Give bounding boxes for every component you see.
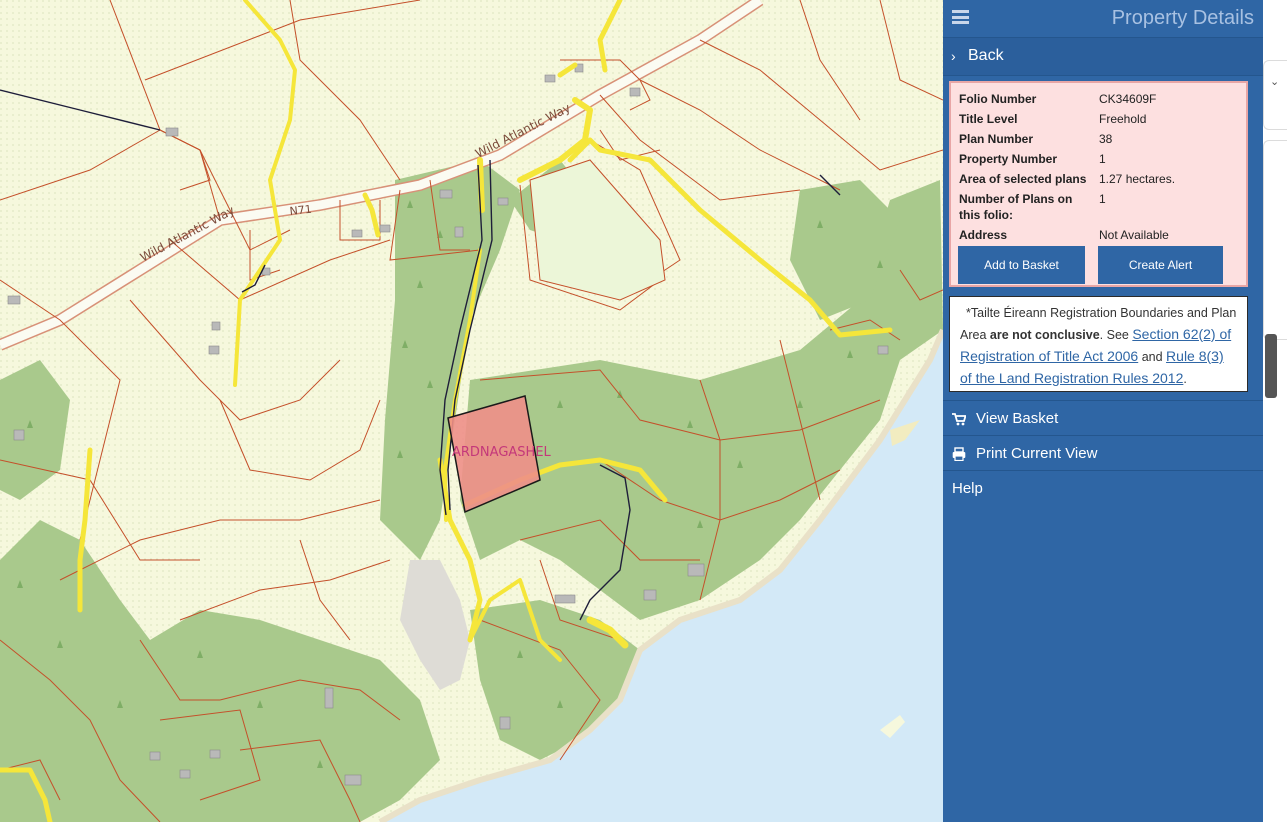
registration-notice: *Tailte Éireann Registration Boundaries … (949, 296, 1248, 392)
notice-bold: are not conclusive (989, 328, 1100, 342)
side-widget-top[interactable]: ⌄ (1263, 60, 1287, 130)
back-button[interactable]: › Back (943, 38, 1263, 76)
detail-key: Folio Number (959, 92, 1037, 106)
road-label-n71: N71 (289, 203, 312, 218)
detail-key: Number of Plans on this folio: (959, 192, 1073, 222)
help-label: Help (952, 480, 983, 497)
scrollbar-thumb[interactable] (1265, 334, 1277, 398)
map-view[interactable]: Wild Atlantic Way Wild Atlantic Way N71 … (0, 0, 943, 822)
detail-key: Area of selected plans (959, 172, 1087, 186)
printer-icon (952, 447, 966, 461)
detail-value: 38 (1099, 132, 1113, 146)
view-basket-label: View Basket (976, 410, 1059, 427)
detail-value: Not Available (1099, 228, 1169, 242)
shopping-cart-icon (952, 413, 966, 426)
back-label: Back (968, 47, 1004, 64)
print-current-view-label: Print Current View (976, 445, 1098, 462)
detail-value: Freehold (1099, 112, 1147, 126)
detail-value: CK34609F (1099, 92, 1157, 106)
detail-key: Property Number (959, 152, 1058, 166)
chevron-right-icon: › (951, 48, 956, 64)
notice-and: and (1141, 350, 1163, 364)
view-basket-button[interactable]: View Basket (943, 400, 1263, 436)
notice-end: . (1183, 372, 1187, 386)
property-details-box: Folio Number CK34609F Title Level Freeho… (949, 81, 1248, 287)
townland-label: ARDNAGASHEL (452, 445, 552, 460)
hamburger-menu-icon[interactable] (952, 10, 969, 24)
detail-key: Title Level (959, 112, 1018, 126)
detail-key: Plan Number (959, 132, 1034, 146)
detail-value: 1 (1099, 152, 1106, 166)
chevron-down-icon: ⌄ (1270, 76, 1280, 88)
detail-value: 1.27 hectares. (1099, 172, 1176, 186)
detail-key: Address (959, 228, 1008, 242)
panel-title: Property Details (1111, 7, 1254, 29)
print-current-view-button[interactable]: Print Current View (943, 435, 1263, 471)
detail-value: 1 (1099, 192, 1106, 206)
create-alert-button[interactable]: Create Alert (1098, 246, 1223, 284)
panel-header: Property Details (943, 0, 1263, 38)
property-details-panel: Property Details › Back Folio Number CK3… (943, 0, 1263, 822)
page-right-edge: ⌄ (1263, 0, 1287, 822)
notice-see: . See (1099, 328, 1129, 342)
add-to-basket-button[interactable]: Add to Basket (958, 246, 1085, 284)
side-widget-middle[interactable] (1263, 140, 1287, 340)
help-button[interactable]: Help (943, 470, 1263, 506)
map-canvas[interactable]: Wild Atlantic Way Wild Atlantic Way N71 … (0, 0, 943, 822)
